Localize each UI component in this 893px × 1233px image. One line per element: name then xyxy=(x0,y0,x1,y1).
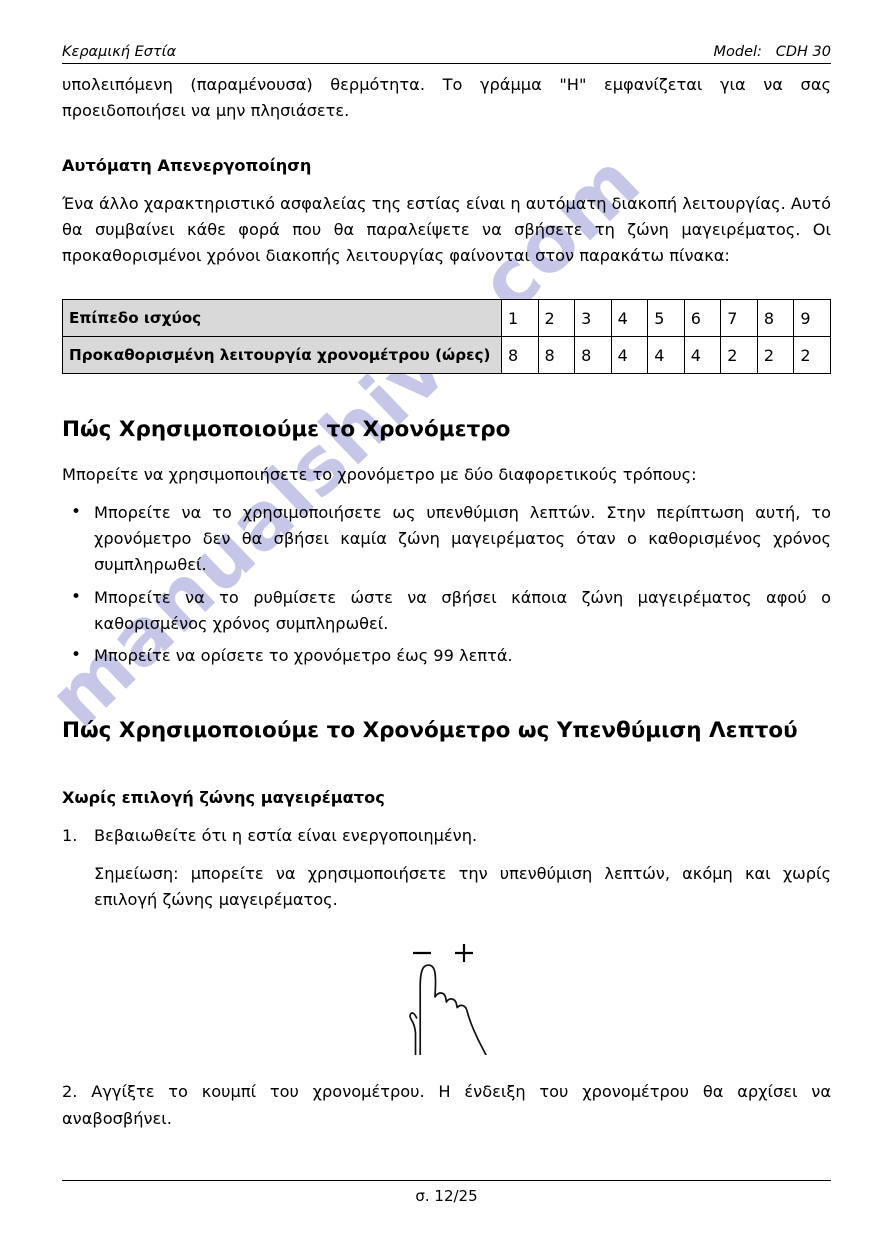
table-cell-level-2: 2 xyxy=(537,299,576,338)
heading-how-to-use-timer: Πώς Χρησιμοποιούμε το Χρονόμετρο xyxy=(62,417,511,443)
timer-intro-paragraph: Μπορείτε να χρησιμοποιήσετε το χρονόμετρ… xyxy=(62,464,697,484)
page-number: σ. 12/25 xyxy=(415,1187,478,1205)
table-cell-level-8: 8 xyxy=(756,299,795,338)
power-level-table: Επίπεδο ισχύος 1 2 3 4 5 6 7 8 9 Προκαθο… xyxy=(62,299,831,375)
table-cell-level-9: 9 xyxy=(793,299,831,338)
continued-paragraph: υπολειπόμενη (παραμένουσα) θερμότητα. Το… xyxy=(62,75,831,121)
table-row-power-level: Επίπεδο ισχύος 1 2 3 4 5 6 7 8 9 xyxy=(62,299,831,338)
table-cell-hours-9: 2 xyxy=(793,336,831,375)
hand-wrist-path xyxy=(408,1012,417,1056)
document-body: υπολειπόμενη (παραμένουσα) θερμότητα. Το… xyxy=(62,72,831,1132)
list-item: Μπορείτε να το ρυθμίσετε ώστε να σβήσει … xyxy=(62,584,831,637)
heading-no-zone-selection: Χωρίς επιλογή ζώνης μαγειρέματος xyxy=(62,788,385,808)
table-row-label-power-level: Επίπεδο ισχύος xyxy=(62,299,502,338)
table-cell-hours-7: 2 xyxy=(720,336,758,375)
table-cell-hours-1: 8 xyxy=(501,336,539,375)
table-cell-level-5: 5 xyxy=(647,299,685,338)
table-cell-level-6: 6 xyxy=(683,299,722,338)
heading-timer-as-minute-reminder: Πώς Χρησιμοποιούμε το Χρονόμετρο ως Υπεν… xyxy=(62,718,798,744)
page-footer: σ. 12/25 xyxy=(62,1180,831,1205)
table-cell-hours-6: 4 xyxy=(683,336,722,375)
table-cell-hours-3: 8 xyxy=(574,336,612,375)
step-1-text: Βεβαιωθείτε ότι η εστία είναι ενεργοποιη… xyxy=(94,825,478,845)
table-cell-hours-8: 2 xyxy=(756,336,795,375)
auto-shutoff-paragraph: Ένα άλλο χαρακτηριστικό ασφαλείας της εσ… xyxy=(62,193,831,266)
list-item: Μπορείτε να ορίσετε το χρονόμετρο έως 99… xyxy=(62,642,831,670)
step-1-note: Σημείωση: μπορείτε να χρησιμοποιήσετε τη… xyxy=(94,863,831,910)
running-header: Κεραμική Εστία Model: CDH 30 xyxy=(62,44,831,64)
step-1: 1. Βεβαιωθείτε ότι η εστία είναι ενεργοπ… xyxy=(62,823,831,849)
table-cell-level-7: 7 xyxy=(720,299,758,338)
heading-auto-shutoff: Αυτόματη Απενεργοποίηση xyxy=(62,156,312,176)
header-right-model: Model: CDH 30 xyxy=(713,44,831,60)
step-1-number: 1. xyxy=(62,825,78,845)
list-item: Μπορείτε να το χρησιμοποιήσετε ως υπενθύ… xyxy=(62,499,831,579)
table-cell-hours-2: 8 xyxy=(537,336,576,375)
hand-touch-figure xyxy=(62,937,831,1056)
timer-usage-list: Μπορείτε να το χρησιμοποιήσετε ως υπενθύ… xyxy=(62,499,831,670)
hand-pointing-icon xyxy=(408,944,487,1056)
header-left-title: Κεραμική Εστία xyxy=(62,44,177,60)
step-2: 2. Αγγίξτε το κουμπί του χρονομέτρου. Η … xyxy=(62,1082,831,1128)
table-cell-hours-5: 4 xyxy=(647,336,685,375)
table-row-default-hours: Προκαθορισμένη λειτουργία χρονομέτρου (ώ… xyxy=(62,336,831,375)
table-cell-level-3: 3 xyxy=(574,299,612,338)
table-cell-hours-4: 4 xyxy=(610,336,649,375)
table-cell-level-4: 4 xyxy=(610,299,649,338)
table-row-label-default-hours: Προκαθορισμένη λειτουργία χρονομέτρου (ώ… xyxy=(62,336,502,375)
hand-finger-path xyxy=(418,964,487,1056)
document-page: manualshive.com Κεραμική Εστία Model: CD… xyxy=(0,0,893,1233)
table-cell-level-1: 1 xyxy=(501,299,539,338)
